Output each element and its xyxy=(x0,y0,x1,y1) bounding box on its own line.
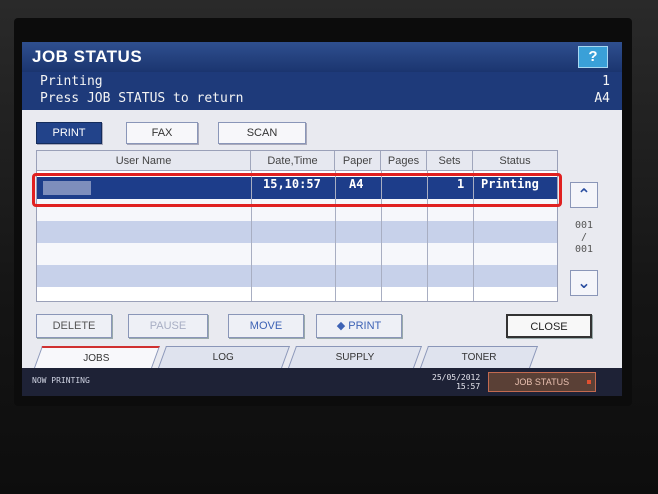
tab-jobs-label: JOBS xyxy=(83,353,110,364)
page-current: 001 xyxy=(574,220,594,231)
page-total: 001 xyxy=(574,244,594,255)
page-indicator: 001 / 001 xyxy=(568,220,600,256)
date-time: 25/05/2012 15:57 xyxy=(432,373,480,391)
message-bar: Printing Press JOB STATUS to return 1 A4 xyxy=(22,72,622,110)
tab-supply[interactable]: SUPPLY xyxy=(287,346,423,368)
col-user-name: User Name xyxy=(37,151,251,171)
job-status-label: JOB STATUS xyxy=(514,377,570,387)
status-date: 25/05/2012 xyxy=(432,373,481,382)
job-status-button[interactable]: JOB STATUS xyxy=(488,372,596,392)
page-title: JOB STATUS xyxy=(22,42,622,72)
table-row-empty[interactable] xyxy=(37,221,557,243)
fax-mode-button[interactable]: FAX xyxy=(126,122,198,144)
move-button[interactable]: MOVE xyxy=(228,314,304,338)
print-icon: ◆ xyxy=(336,320,349,332)
print-button-label: PRINT xyxy=(348,320,382,332)
scan-mode-button[interactable]: SCAN xyxy=(218,122,306,144)
tab-supply-label: SUPPLY xyxy=(335,352,374,363)
selection-highlight xyxy=(32,173,562,207)
status-message-bottom: NOW PRINTING xyxy=(32,376,90,385)
delete-button[interactable]: DELETE xyxy=(36,314,112,338)
col-date-time: Date,Time xyxy=(251,151,335,171)
col-sets: Sets xyxy=(427,151,473,171)
chevron-up-icon: ⌃ xyxy=(577,185,591,204)
paper-size-indicator: A4 xyxy=(594,91,610,106)
status-time: 15:57 xyxy=(456,382,481,391)
page-title-text: JOB STATUS xyxy=(32,47,143,66)
table-row-empty[interactable] xyxy=(37,265,557,287)
instruction-message: Press JOB STATUS to return xyxy=(40,91,244,106)
tab-jobs[interactable]: JOBS xyxy=(33,346,161,368)
scroll-down-button[interactable]: ⌄ xyxy=(570,270,598,296)
col-status: Status xyxy=(473,151,557,171)
print-button[interactable]: ◆ PRINT xyxy=(316,314,402,338)
tab-log[interactable]: LOG xyxy=(157,346,291,368)
col-pages: Pages xyxy=(381,151,427,171)
indicator-dot-icon xyxy=(587,380,591,384)
close-button[interactable]: CLOSE xyxy=(506,314,592,338)
tab-log-label: LOG xyxy=(213,352,235,363)
copies-indicator: 1 xyxy=(602,74,610,89)
pause-button[interactable]: PAUSE xyxy=(128,314,208,338)
touch-screen: JOB STATUS ? Printing Press JOB STATUS t… xyxy=(22,42,622,396)
scroll-up-button[interactable]: ⌃ xyxy=(570,182,598,208)
page-separator: / xyxy=(580,232,588,243)
col-paper: Paper xyxy=(335,151,381,171)
table-row-empty[interactable] xyxy=(37,243,557,265)
tab-toner[interactable]: TONER xyxy=(419,346,539,368)
status-message: Printing xyxy=(40,74,103,89)
tab-toner-label: TONER xyxy=(461,352,497,363)
print-mode-button[interactable]: PRINT xyxy=(36,122,102,144)
status-bar: NOW PRINTING 25/05/2012 15:57 JOB STATUS xyxy=(22,368,622,396)
help-button[interactable]: ? xyxy=(578,46,608,68)
chevron-down-icon: ⌄ xyxy=(577,273,591,292)
